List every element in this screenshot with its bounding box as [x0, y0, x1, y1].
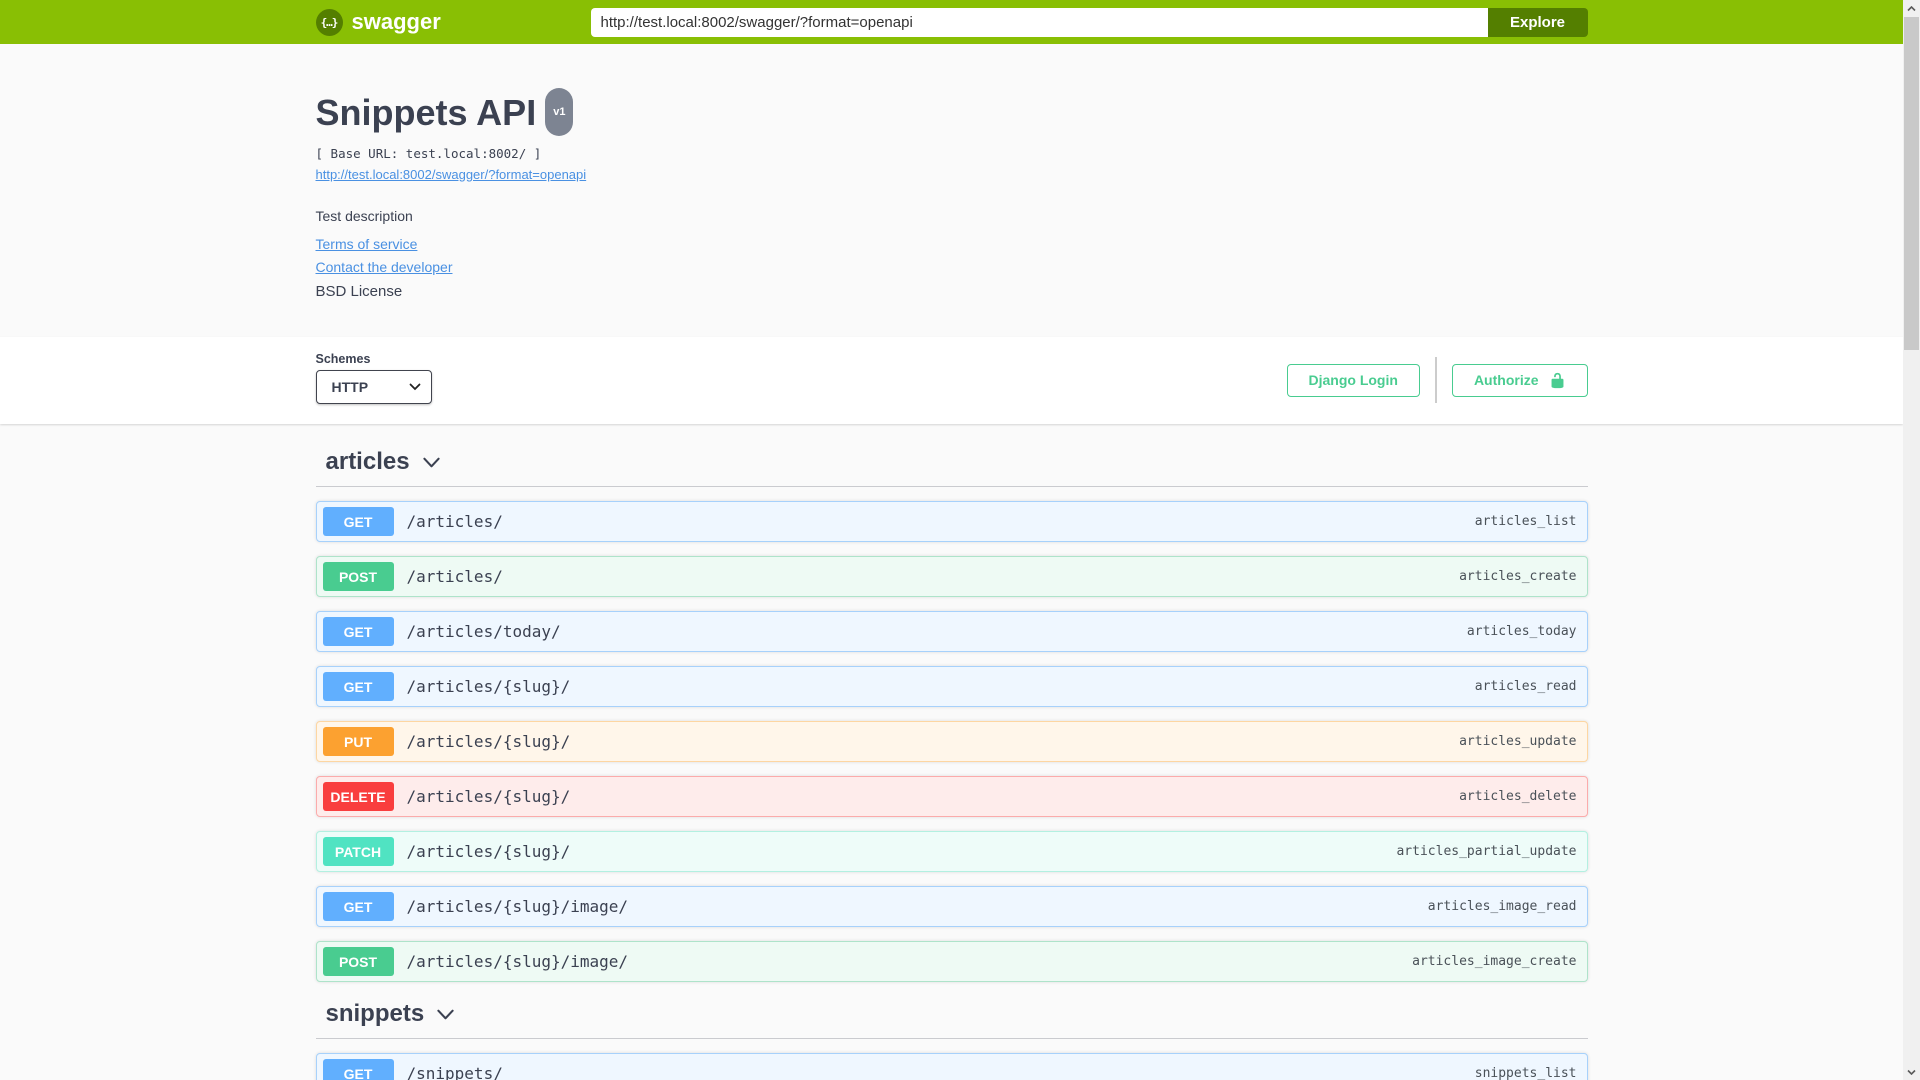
section-header[interactable]: articles [315, 444, 1588, 487]
operation-id: articles_list [1474, 514, 1577, 529]
operation-list: GET /articles/ articles_list POST /artic… [315, 501, 1588, 982]
scrollbar-up-button[interactable] [1903, 0, 1920, 17]
operation-path: /articles/{slug}/image/ [406, 897, 629, 916]
brand-text: swagger [351, 9, 441, 34]
operation-path: /snippets/ [406, 1064, 503, 1080]
terms-of-service-link[interactable]: Terms of service [316, 236, 1588, 252]
version-badge: v1 [545, 88, 574, 136]
django-login-label: Django Login [1308, 372, 1398, 388]
operation-path: /articles/{slug}/ [406, 732, 571, 751]
operations-sections: articles GET /articles/ articles_list PO… [315, 424, 1588, 1080]
schemes-block: Schemes HTTP [315, 352, 432, 404]
license-text: BSD License [315, 283, 403, 300]
operation-path: /articles/ [406, 567, 503, 586]
base-url: [ Base URL: test.local:8002/ ] [315, 146, 542, 161]
operation-id: articles_read [1474, 679, 1577, 694]
operation-row[interactable]: GET /articles/{slug}/image/ articles_ima… [315, 886, 1588, 927]
method-badge: GET [322, 892, 394, 921]
section: snippets GET /snippets/ snippets_list [315, 996, 1588, 1080]
method-badge: PATCH [322, 837, 394, 866]
operation-path: /articles/{slug}/ [406, 787, 571, 806]
operation-row[interactable]: POST /articles/ articles_create [315, 556, 1588, 597]
scheme-container: Schemes HTTP Django Login Authorize [0, 337, 1903, 424]
scrollbar-thumb[interactable] [1904, 17, 1919, 350]
topbar: {…} swagger Explore [0, 0, 1903, 44]
operation-row[interactable]: PUT /articles/{slug}/ articles_update [315, 721, 1588, 762]
django-login-button[interactable]: Django Login [1286, 363, 1420, 397]
operation-path: /articles/{slug}/ [406, 842, 571, 861]
section-header[interactable]: snippets [315, 996, 1588, 1039]
section-title: snippets [325, 1000, 425, 1027]
operation-row[interactable]: GET /articles/ articles_list [315, 501, 1588, 542]
unlock-icon [1551, 372, 1563, 388]
page: {…} swagger Explore Snippets APIv1 [ Bas… [0, 0, 1903, 1080]
operation-row[interactable]: GET /articles/today/ articles_today [315, 611, 1588, 652]
method-badge: POST [322, 947, 394, 976]
chevron-down-icon [409, 383, 420, 391]
schemes-select[interactable]: HTTP [315, 370, 432, 404]
method-badge: GET [322, 1059, 394, 1080]
operation-row[interactable]: GET /articles/{slug}/ articles_read [315, 666, 1588, 707]
authorize-label: Authorize [1473, 372, 1539, 388]
chevron-down-icon [1907, 1069, 1916, 1075]
authorize-button[interactable]: Authorize [1451, 363, 1588, 397]
chevron-up-icon [1907, 5, 1916, 11]
operation-id: articles_create [1459, 569, 1577, 584]
schemes-label: Schemes [315, 352, 371, 366]
method-badge: GET [322, 617, 394, 646]
explore-button[interactable]: Explore [1487, 7, 1588, 37]
operation-id: articles_partial_update [1396, 844, 1577, 859]
method-badge: DELETE [322, 782, 394, 811]
operation-row[interactable]: PATCH /articles/{slug}/ articles_partial… [315, 831, 1588, 872]
operation-id: articles_update [1459, 734, 1577, 749]
operation-row[interactable]: POST /articles/{slug}/image/ articles_im… [315, 941, 1588, 982]
method-badge: POST [322, 562, 394, 591]
operation-id: snippets_list [1474, 1066, 1577, 1080]
scrollbar-track[interactable] [1903, 0, 1920, 1080]
contact-developer-link[interactable]: Contact the developer [316, 259, 1588, 275]
schemes-selected-value: HTTP [331, 379, 369, 395]
brand[interactable]: {…} swagger [315, 8, 441, 36]
api-title-text: Snippets API [315, 92, 537, 133]
section: articles GET /articles/ articles_list PO… [315, 444, 1588, 982]
operation-list: GET /snippets/ snippets_list [315, 1053, 1588, 1080]
operation-path: /articles/{slug}/image/ [406, 952, 629, 971]
section-chevron-icon[interactable] [422, 453, 441, 472]
url-input[interactable] [590, 7, 1488, 37]
download-url-form: Explore [590, 7, 1588, 37]
swagger-logo-icon: {…} [315, 8, 343, 36]
operation-id: articles_today [1466, 624, 1577, 639]
operation-path: /articles/ [406, 512, 503, 531]
method-badge: GET [322, 672, 394, 701]
operation-path: /articles/{slug}/ [406, 677, 571, 696]
spec-link[interactable]: http://test.local:8002/swagger/?format=o… [316, 167, 587, 182]
section-title: articles [325, 448, 410, 475]
operation-id: articles_image_read [1427, 899, 1577, 914]
auth-divider [1434, 357, 1437, 403]
method-badge: PUT [322, 727, 394, 756]
auth-wrapper: Django Login Authorize [1286, 357, 1588, 403]
operation-id: articles_delete [1459, 789, 1577, 804]
api-description: Test description [315, 208, 413, 224]
information-container: Snippets API v1 [ Base URL: test.local:80… [0, 44, 1903, 337]
method-badge: GET [322, 507, 394, 536]
operation-path: /articles/today/ [406, 622, 561, 641]
operation-row[interactable]: DELETE /articles/{slug}/ articles_delete [315, 776, 1588, 817]
operation-id: articles_image_create [1412, 954, 1577, 969]
section-chevron-icon[interactable] [436, 1005, 455, 1024]
operation-row[interactable]: GET /snippets/ snippets_list [315, 1053, 1588, 1080]
page-title: Snippets API v1 [315, 88, 1588, 140]
scrollbar-down-button[interactable] [1903, 1063, 1920, 1080]
